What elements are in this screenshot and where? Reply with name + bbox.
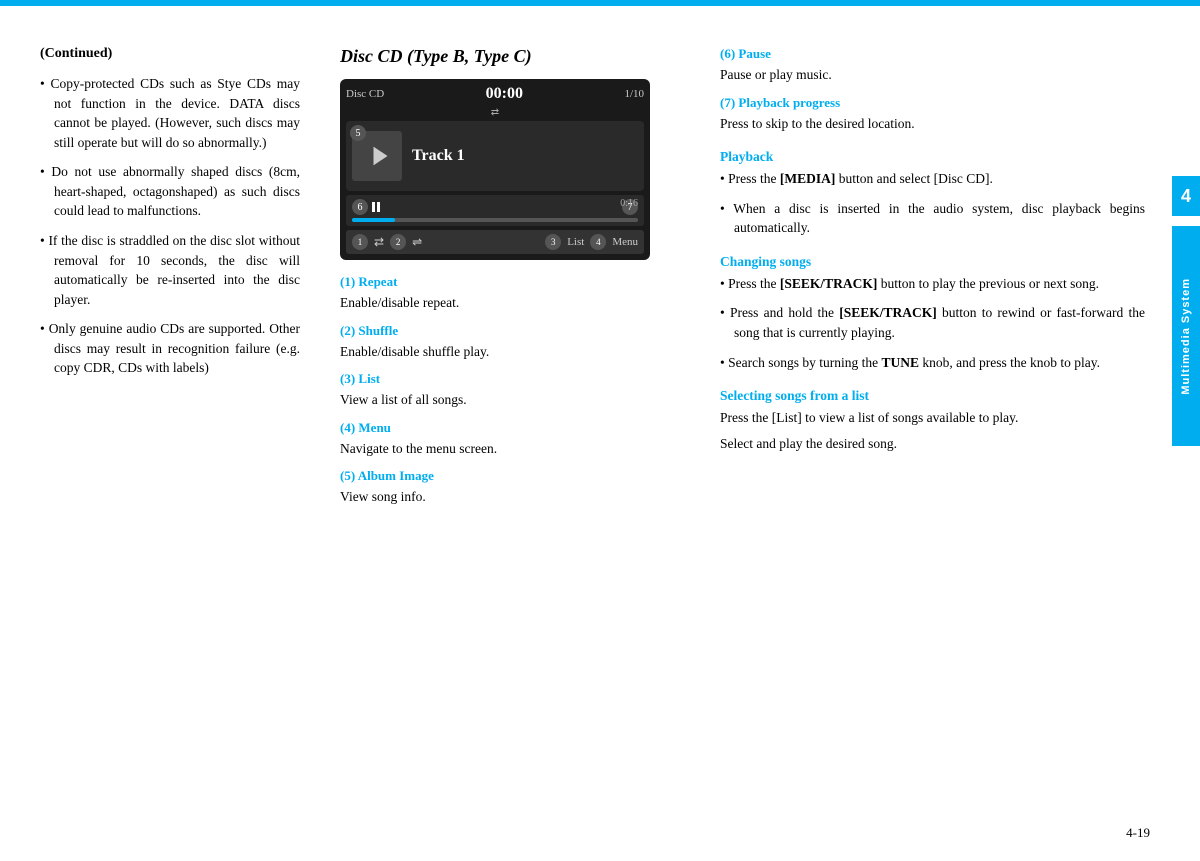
label-repeat: (1) Repeat: [340, 274, 680, 290]
progress-bar: [352, 218, 638, 222]
body-selecting-songs-outro: Select and play the desired song.: [720, 434, 1145, 454]
list-item: When a disc is inserted in the audio sys…: [720, 199, 1145, 238]
ctrl-shuffle: ⇌: [412, 235, 422, 250]
ctrl-menu: Menu: [612, 236, 638, 248]
label-shuffle: (2) Shuffle: [340, 323, 680, 339]
ctrl-list: List: [567, 236, 584, 248]
continued-heading: (Continued): [40, 46, 300, 62]
ctrl-num-2: 2: [390, 234, 406, 250]
right-col-inner: (6) Pause Pause or play music. (7) Playb…: [720, 46, 1180, 453]
cd-main-area: 5 Track 1: [346, 121, 644, 191]
cd-track-num: 1/10: [624, 88, 644, 100]
cd-player-mockup: Disc CD 00:00 1/10 ⇄ 5 Track 1: [340, 79, 650, 260]
ctrl-repeat: ⇄: [374, 235, 384, 250]
section-selecting-songs: Selecting songs from a list Press the [L…: [720, 388, 1145, 453]
list-item: Press the [MEDIA] button and select [Dis…: [720, 169, 1145, 189]
side-tab: Multimedia System: [1172, 226, 1200, 446]
heading-changing-songs: Changing songs: [720, 254, 1145, 270]
progress-fill: [352, 218, 395, 222]
progress-time: 0:16: [620, 198, 638, 209]
left-bullet-list: Copy-protected CDs such as Stye CDs may …: [40, 74, 300, 378]
list-item: If the disc is straddled on the disc slo…: [40, 231, 300, 309]
middle-column: Disc CD (Type B, Type C) Disc CD 00:00 1…: [320, 6, 700, 861]
list-item: Do not use abnormally shaped discs (8cm,…: [40, 162, 300, 221]
ctrl-num-1: 1: [352, 234, 368, 250]
section-number-box: 4: [1172, 176, 1200, 216]
pause-icon: [372, 202, 380, 212]
ctrl-num-4: 4: [590, 234, 606, 250]
left-column: (Continued) Copy-protected CDs such as S…: [0, 6, 320, 861]
playback-bullets: Press the [MEDIA] button and select [Dis…: [720, 169, 1145, 238]
body-list: View a list of all songs.: [340, 390, 680, 410]
right-column: (6) Pause Pause or play music. (7) Playb…: [700, 6, 1200, 861]
page-number: 4-19: [1126, 825, 1150, 841]
section-shuffle: (2) Shuffle Enable/disable shuffle play.: [340, 323, 680, 362]
section-playback-progress: (7) Playback progress Press to skip to t…: [720, 95, 1145, 134]
ctrl-num-3: 3: [545, 234, 561, 250]
cd-controls: 1 ⇄ 2 ⇌ 3 List 4 Menu: [346, 230, 644, 254]
list-item: Press the [SEEK/TRACK] button to play th…: [720, 274, 1145, 294]
track-name: Track 1: [412, 147, 465, 165]
body-selecting-songs-intro: Press the [List] to view a list of songs…: [720, 408, 1145, 428]
label-album: (5) Album Image: [340, 468, 680, 484]
list-item: Press and hold the [SEEK/TRACK] button t…: [720, 303, 1145, 342]
section-list: (3) List View a list of all songs.: [340, 371, 680, 410]
body-repeat: Enable/disable repeat.: [340, 293, 680, 313]
label-list: (3) List: [340, 371, 680, 387]
section-menu: (4) Menu Navigate to the menu screen.: [340, 420, 680, 459]
body-shuffle: Enable/disable shuffle play.: [340, 342, 680, 362]
circle-5: 5: [350, 125, 366, 141]
list-item: Copy-protected CDs such as Stye CDs may …: [40, 74, 300, 152]
list-item: Only genuine audio CDs are supported. Ot…: [40, 319, 300, 378]
cd-label: Disc CD: [346, 88, 384, 100]
label-playback-progress: (7) Playback progress: [720, 95, 1145, 111]
disc-cd-title: Disc CD (Type B, Type C): [340, 46, 680, 67]
label-pause: (6) Pause: [720, 46, 1145, 62]
side-tab-label: Multimedia System: [1180, 278, 1192, 395]
body-album: View song info.: [340, 487, 680, 507]
cd-time: 00:00: [486, 85, 523, 103]
body-menu: Navigate to the menu screen.: [340, 439, 680, 459]
circle-6: 6: [352, 199, 368, 215]
section-number: 4: [1181, 186, 1191, 207]
section-pause: (6) Pause Pause or play music.: [720, 46, 1145, 85]
repeat-icon: ⇄: [491, 107, 499, 118]
progress-bar-area: 6 7 0:16: [346, 195, 644, 226]
changing-songs-bullets: Press the [SEEK/TRACK] button to play th…: [720, 274, 1145, 372]
section-album: (5) Album Image View song info.: [340, 468, 680, 507]
body-pause: Pause or play music.: [720, 65, 1145, 85]
heading-selecting-songs: Selecting songs from a list: [720, 388, 1145, 404]
section-repeat: (1) Repeat Enable/disable repeat.: [340, 274, 680, 313]
label-menu: (4) Menu: [340, 420, 680, 436]
list-item: Search songs by turning the TUNE knob, a…: [720, 353, 1145, 373]
body-playback-progress: Press to skip to the desired location.: [720, 114, 1145, 134]
heading-playback: Playback: [720, 149, 1145, 165]
section-changing-songs: Changing songs Press the [SEEK/TRACK] bu…: [720, 254, 1145, 372]
section-playback: Playback Press the [MEDIA] button and se…: [720, 149, 1145, 238]
